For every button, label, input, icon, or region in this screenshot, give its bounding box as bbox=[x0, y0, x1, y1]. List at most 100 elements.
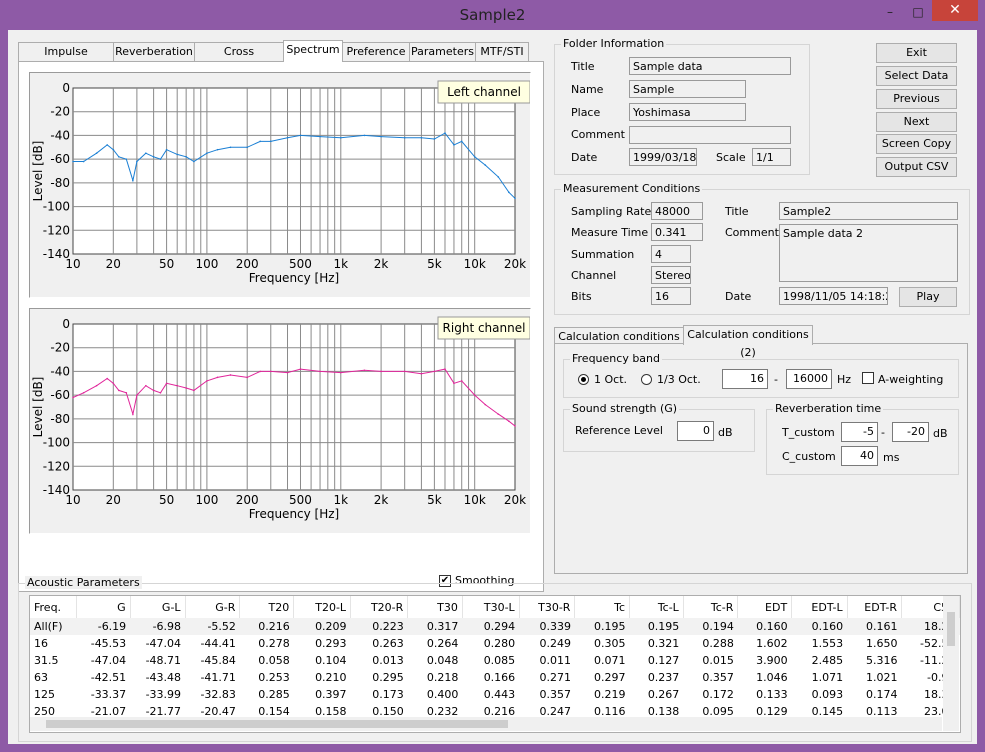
table-cell: 0.339 bbox=[539, 620, 571, 633]
oct1-radio[interactable] bbox=[578, 374, 589, 385]
tab-cross-correlation[interactable]: Cross correlation bbox=[194, 42, 284, 76]
horizontal-scrollbar[interactable] bbox=[30, 717, 942, 731]
table-row[interactable]: 16 -45.53 -47.04 -44.41 0.278 0.293 0.263 0.264… bbox=[30, 635, 960, 652]
previous-button[interactable]: Previous bbox=[876, 89, 957, 109]
table-cell: 125 bbox=[34, 688, 55, 701]
series-point bbox=[319, 135, 321, 138]
table-row[interactable]: 63 -42.51 -43.48 -41.71 0.253 0.210 0.295 0.218… bbox=[30, 669, 960, 686]
table-cell: 0.443 bbox=[483, 688, 516, 701]
x-tick-label: 10 bbox=[65, 493, 80, 507]
y-tick-label: -40 bbox=[50, 128, 70, 142]
series-point bbox=[286, 137, 289, 139]
table-cell: 0.013 bbox=[372, 654, 404, 667]
tab-parameters[interactable]: Parameters bbox=[409, 42, 476, 61]
folder-title-value: Sample data bbox=[629, 57, 791, 75]
tab-spectrum[interactable]: Spectrum bbox=[283, 40, 343, 62]
table-cell: All(F) bbox=[34, 620, 63, 633]
table-cell: 0.048 bbox=[426, 654, 459, 667]
column-header[interactable]: G-L bbox=[130, 596, 186, 618]
column-header[interactable]: G-R bbox=[185, 596, 241, 618]
column-header[interactable]: G bbox=[76, 596, 131, 618]
exit-button[interactable]: Exit bbox=[876, 43, 957, 63]
column-header[interactable]: T30 bbox=[407, 596, 463, 618]
tab-preference[interactable]: Preference bbox=[342, 42, 410, 61]
table-cell: 5.316 bbox=[866, 654, 898, 667]
column-header[interactable]: T20 bbox=[239, 596, 295, 618]
y-axis-label: Level [dB] bbox=[31, 377, 45, 438]
column-header[interactable]: Tc bbox=[574, 596, 630, 618]
column-header[interactable]: Tc-R bbox=[683, 596, 739, 618]
series-point bbox=[514, 197, 516, 200]
column-header[interactable]: T30-L bbox=[462, 596, 520, 618]
series-point bbox=[508, 420, 510, 423]
tab-impulse-response[interactable]: Impulse response bbox=[18, 42, 114, 76]
column-header[interactable]: T20-R bbox=[350, 596, 409, 618]
x-tick-label: 200 bbox=[236, 493, 259, 507]
a-weighting-checkbox[interactable] bbox=[862, 372, 874, 384]
series-point bbox=[497, 413, 500, 415]
table-cell: 31.5 bbox=[34, 654, 59, 667]
params-grid[interactable]: Freq. G G-L G-R T20 T20-L T20-R T30 T30-L T30-R Tc… bbox=[29, 595, 961, 733]
plot-area bbox=[72, 87, 516, 255]
table-cell: 0.249 bbox=[539, 637, 571, 650]
t-custom-end-input[interactable]: -20 bbox=[892, 422, 929, 442]
y-tick-label: -80 bbox=[50, 412, 70, 426]
table-cell: 0.085 bbox=[483, 654, 516, 667]
t-custom-start-input[interactable]: -5 bbox=[841, 422, 878, 442]
column-header[interactable]: T30-R bbox=[519, 596, 576, 618]
column-header[interactable]: EDT-R bbox=[847, 596, 903, 618]
calc-tab-2[interactable]: Calculation conditions (2) bbox=[683, 325, 813, 359]
table-row[interactable]: 31.5 -47.04 -48.71 -45.84 0.058 0.104 0.013 0.0… bbox=[30, 652, 960, 669]
column-header[interactable]: EDT bbox=[737, 596, 793, 618]
vertical-scroll-thumb[interactable] bbox=[947, 612, 955, 646]
series-point bbox=[118, 389, 120, 392]
calc-tab-1[interactable]: Calculation conditions (1) bbox=[554, 327, 684, 361]
channel-value: Stereo bbox=[651, 266, 691, 284]
legend-label: Right channel bbox=[443, 321, 526, 335]
play-button[interactable]: Play bbox=[899, 287, 957, 307]
freq-low-input[interactable]: 16 bbox=[722, 369, 768, 389]
tab-mtf-sti[interactable]: MTF/STI bbox=[475, 42, 529, 61]
freq-band-group: Frequency band 1 Oct. 1/3 Oct. 16 - 1600… bbox=[563, 352, 959, 398]
c-custom-input[interactable]: 40 bbox=[841, 446, 878, 466]
maximize-button[interactable]: □ bbox=[904, 2, 932, 22]
bits-value: 16 bbox=[651, 287, 691, 305]
output-csv-button[interactable]: Output CSV bbox=[876, 157, 957, 177]
oct3-radio[interactable] bbox=[641, 374, 652, 385]
column-header[interactable]: Tc-L bbox=[629, 596, 684, 618]
table-cell: 1.650 bbox=[866, 637, 898, 650]
table-cell: 0.011 bbox=[539, 654, 571, 667]
close-button[interactable]: ✕ bbox=[932, 0, 978, 21]
series-point bbox=[339, 137, 342, 139]
table-row[interactable]: 125 -33.37 -33.99 -32.83 0.285 0.397 0.173 0.40… bbox=[30, 686, 960, 703]
radio-selected-dot bbox=[581, 377, 586, 382]
series-point bbox=[125, 391, 128, 394]
ref-level-input[interactable]: 0 bbox=[677, 421, 714, 441]
table-cell: 0.317 bbox=[426, 620, 459, 633]
table-cell: -47.04 bbox=[145, 637, 182, 650]
column-header[interactable]: T20-L bbox=[293, 596, 352, 618]
series-point bbox=[95, 384, 98, 387]
x-tick-label: 10k bbox=[464, 257, 486, 271]
table-cell: -5.52 bbox=[207, 620, 236, 633]
series-point bbox=[229, 374, 232, 376]
table-cell: 0.160 bbox=[756, 620, 788, 633]
tab-reverberation[interactable]: Reverberation bbox=[113, 42, 195, 61]
table-row[interactable]: All(F) -6.19 -6.98 -5.52 0.216 0.209 0.223 0.31… bbox=[30, 618, 960, 635]
screen-copy-button[interactable]: Screen Copy bbox=[876, 134, 957, 154]
y-axis-label: Level [dB] bbox=[31, 141, 45, 202]
select-data-button[interactable]: Select Data bbox=[876, 66, 957, 86]
table-cell: 0.133 bbox=[756, 688, 788, 701]
column-header[interactable]: Freq. bbox=[30, 596, 78, 618]
freq-high-input[interactable]: 16000 bbox=[786, 369, 832, 389]
column-header[interactable]: EDT-L bbox=[791, 596, 848, 618]
folder-info-group: Folder Information Title Sample data Nam… bbox=[554, 37, 810, 175]
y-tick-label: -120 bbox=[43, 223, 70, 237]
minimize-button[interactable]: – bbox=[876, 2, 904, 22]
series-point bbox=[403, 370, 406, 373]
series-point bbox=[82, 391, 85, 394]
next-button[interactable]: Next bbox=[876, 112, 957, 132]
vertical-scrollbar[interactable] bbox=[943, 596, 959, 731]
series-point bbox=[460, 380, 463, 382]
horizontal-scroll-thumb[interactable] bbox=[46, 720, 508, 728]
